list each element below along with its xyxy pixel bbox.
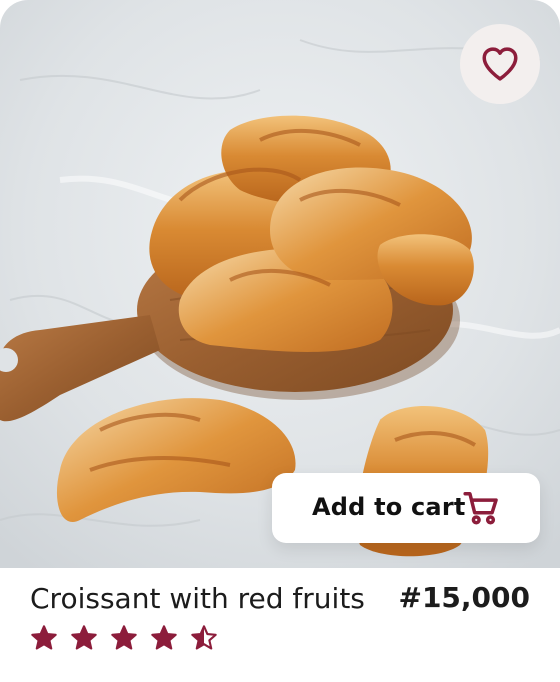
- star-icon: [71, 625, 97, 650]
- star-icon: [111, 625, 137, 650]
- cart-icon: [463, 492, 498, 525]
- star-icon: [151, 625, 177, 650]
- add-to-cart-label: Add to cart: [312, 493, 466, 521]
- star-icon: [191, 625, 217, 650]
- add-to-cart-button[interactable]: Add to cart: [272, 473, 540, 543]
- product-card[interactable]: Add to cart Croissant with red fruits #1…: [0, 0, 560, 682]
- product-info: Croissant with red fruits #15,000: [0, 568, 560, 682]
- heart-icon: [482, 47, 518, 81]
- rating-stars: [30, 624, 218, 652]
- product-price: #15,000: [398, 581, 530, 614]
- favorite-button[interactable]: [460, 24, 540, 104]
- star-icon: [31, 625, 57, 650]
- product-name: Croissant with red fruits: [30, 582, 365, 615]
